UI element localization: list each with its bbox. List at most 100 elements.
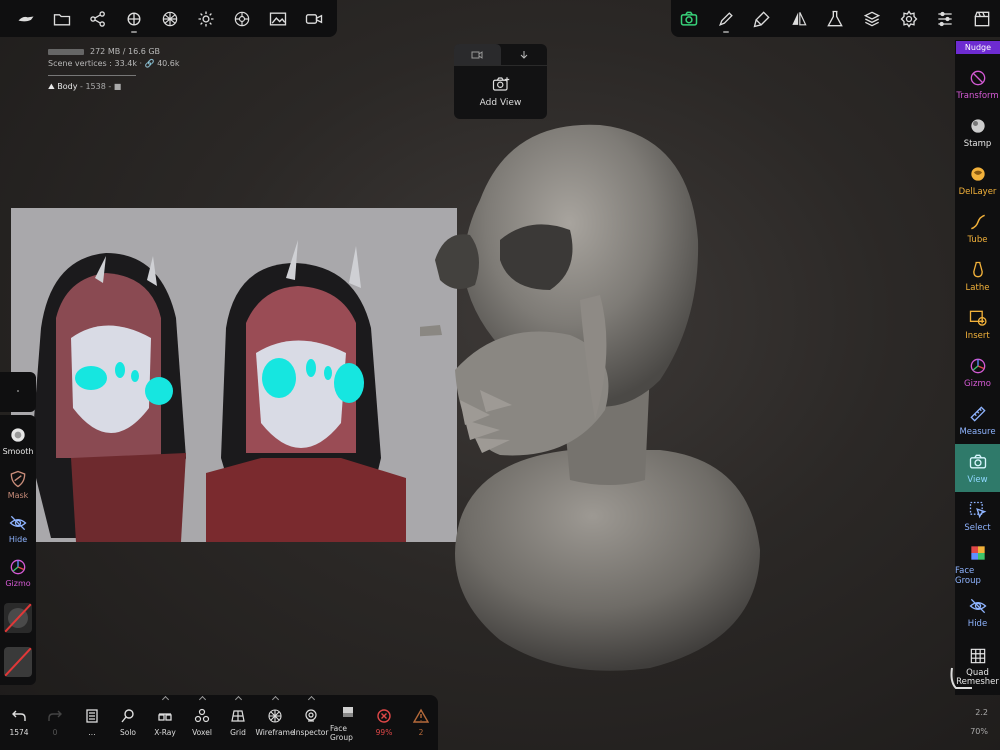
light-icon[interactable] bbox=[188, 0, 224, 37]
no-material-slash-icon bbox=[4, 603, 32, 633]
face-group-button[interactable]: Face Group bbox=[330, 695, 366, 750]
wireframe-button[interactable]: Wireframe bbox=[255, 695, 295, 750]
pen-icon[interactable] bbox=[708, 0, 744, 37]
tool-gizmo-left[interactable]: Gizmo bbox=[0, 550, 36, 594]
tool-label: DelLayer bbox=[958, 186, 997, 197]
color-swatch[interactable] bbox=[4, 647, 32, 677]
active-object[interactable]: ⛰ Body - 1538 - ■ bbox=[48, 81, 180, 93]
tool-measure[interactable]: Measure bbox=[955, 396, 1000, 444]
tool-tube[interactable]: Tube bbox=[955, 204, 1000, 252]
tool-smooth[interactable]: Smooth bbox=[0, 418, 36, 462]
sliders-icon[interactable] bbox=[927, 0, 963, 37]
video-icon[interactable] bbox=[296, 0, 332, 37]
warning-indicator[interactable]: 2 bbox=[403, 695, 439, 750]
magnify-icon bbox=[121, 709, 134, 723]
warning-icon bbox=[413, 708, 429, 723]
submenu-indicator bbox=[131, 31, 137, 33]
tool-insert[interactable]: Insert bbox=[955, 300, 1000, 348]
handle-dot bbox=[17, 390, 19, 392]
grid-button[interactable]: Grid bbox=[220, 695, 256, 750]
tool-hide-left[interactable]: Hide bbox=[0, 506, 36, 550]
submenu-indicator bbox=[234, 695, 242, 704]
tool-label: Lathe bbox=[965, 282, 990, 293]
tool-lathe[interactable]: Lathe bbox=[955, 252, 1000, 300]
redo-count: 0 bbox=[52, 728, 58, 737]
panel-button[interactable]: ... bbox=[74, 695, 110, 750]
nomad-logo-icon[interactable] bbox=[8, 0, 44, 37]
view-camera-icon bbox=[969, 454, 986, 468]
tool-label: Inspector bbox=[293, 728, 329, 737]
gizmo-icon bbox=[970, 358, 985, 373]
tool-view[interactable]: View bbox=[955, 444, 1000, 492]
tool-gizmo[interactable]: Gizmo bbox=[955, 348, 1000, 396]
tool-label: X-Ray bbox=[154, 728, 176, 737]
redo-icon bbox=[48, 710, 62, 721]
tool-label: Stamp bbox=[963, 138, 992, 149]
material-icon[interactable] bbox=[224, 0, 260, 37]
tool-dellayer[interactable]: DelLayer bbox=[955, 156, 1000, 204]
add-view-button[interactable]: Add View bbox=[454, 66, 547, 108]
scene-icon[interactable] bbox=[116, 0, 152, 37]
select-icon bbox=[969, 501, 986, 518]
undo-button[interactable]: 1574 bbox=[1, 695, 37, 750]
material-swatch[interactable] bbox=[4, 603, 32, 633]
scene-vertices: Scene vertices : 33.4k · 🔗 40.6k bbox=[48, 59, 180, 68]
xray-button[interactable]: X-Ray bbox=[147, 695, 183, 750]
tool-mask[interactable]: Mask bbox=[0, 462, 36, 506]
tool-label: Grid bbox=[230, 728, 246, 737]
inspector-button[interactable]: Inspector bbox=[293, 695, 329, 750]
grid-mesh-icon bbox=[970, 648, 985, 663]
nudge-tab[interactable]: Nudge bbox=[956, 41, 1000, 54]
tool-stamp[interactable]: Stamp bbox=[955, 108, 1000, 156]
version-text: 2.2 bbox=[975, 708, 988, 717]
memory-usage: 272 MB / 16.6 GB bbox=[90, 47, 161, 56]
tool-transform[interactable]: Transform bbox=[955, 60, 1000, 108]
memory-bar bbox=[48, 48, 84, 55]
left-collapse-handle[interactable] bbox=[0, 372, 36, 412]
redo-button[interactable]: 0 bbox=[37, 695, 73, 750]
tool-face-group[interactable]: Face Group bbox=[955, 540, 1000, 588]
face-group-icon bbox=[970, 545, 985, 560]
gizmo-icon bbox=[10, 559, 26, 574]
solo-button[interactable]: Solo bbox=[110, 695, 146, 750]
hide-icon bbox=[9, 515, 27, 530]
tool-label: Solo bbox=[119, 728, 137, 737]
error-percent: 99% bbox=[375, 728, 393, 737]
panel-icon bbox=[86, 709, 98, 723]
tool-label: Mask bbox=[7, 490, 29, 500]
folder-icon[interactable] bbox=[44, 0, 80, 37]
submenu-indicator bbox=[722, 31, 729, 33]
no-color-slash-icon bbox=[4, 647, 32, 677]
mask-icon bbox=[10, 470, 26, 487]
undo-count: 1574 bbox=[9, 728, 29, 737]
pressure-ring-icon[interactable] bbox=[946, 664, 974, 692]
stamp-icon bbox=[970, 118, 985, 133]
camera-tab[interactable] bbox=[454, 44, 501, 65]
tool-label: Insert bbox=[965, 330, 990, 341]
sculpt-viewport[interactable] bbox=[350, 120, 780, 680]
camera-icon[interactable] bbox=[671, 0, 707, 37]
flask-icon[interactable] bbox=[817, 0, 853, 37]
grid-icon bbox=[231, 710, 245, 722]
insert-icon bbox=[969, 310, 987, 326]
zoom-text: 70% bbox=[970, 727, 988, 736]
tool-hide[interactable]: Hide bbox=[955, 588, 1000, 636]
panel-label: ... bbox=[88, 728, 96, 737]
camera-plus-icon bbox=[492, 77, 509, 91]
clapper-icon[interactable] bbox=[964, 0, 1000, 37]
error-indicator[interactable]: 99% bbox=[366, 695, 402, 750]
share-icon[interactable] bbox=[80, 0, 116, 37]
voxel-button[interactable]: Voxel bbox=[184, 695, 220, 750]
layers-icon[interactable] bbox=[854, 0, 890, 37]
tool-label: Tube bbox=[967, 234, 988, 245]
symmetry-icon[interactable] bbox=[781, 0, 817, 37]
brush-icon[interactable] bbox=[744, 0, 780, 37]
tool-label: Smooth bbox=[2, 446, 34, 456]
object-info: - 1538 - bbox=[77, 82, 114, 91]
mesh-sphere-icon[interactable] bbox=[152, 0, 188, 37]
image-icon[interactable] bbox=[260, 0, 296, 37]
download-tab[interactable] bbox=[501, 44, 548, 65]
settings-icon[interactable] bbox=[891, 0, 927, 37]
tool-select[interactable]: Select bbox=[955, 492, 1000, 540]
transform-icon bbox=[970, 70, 985, 85]
